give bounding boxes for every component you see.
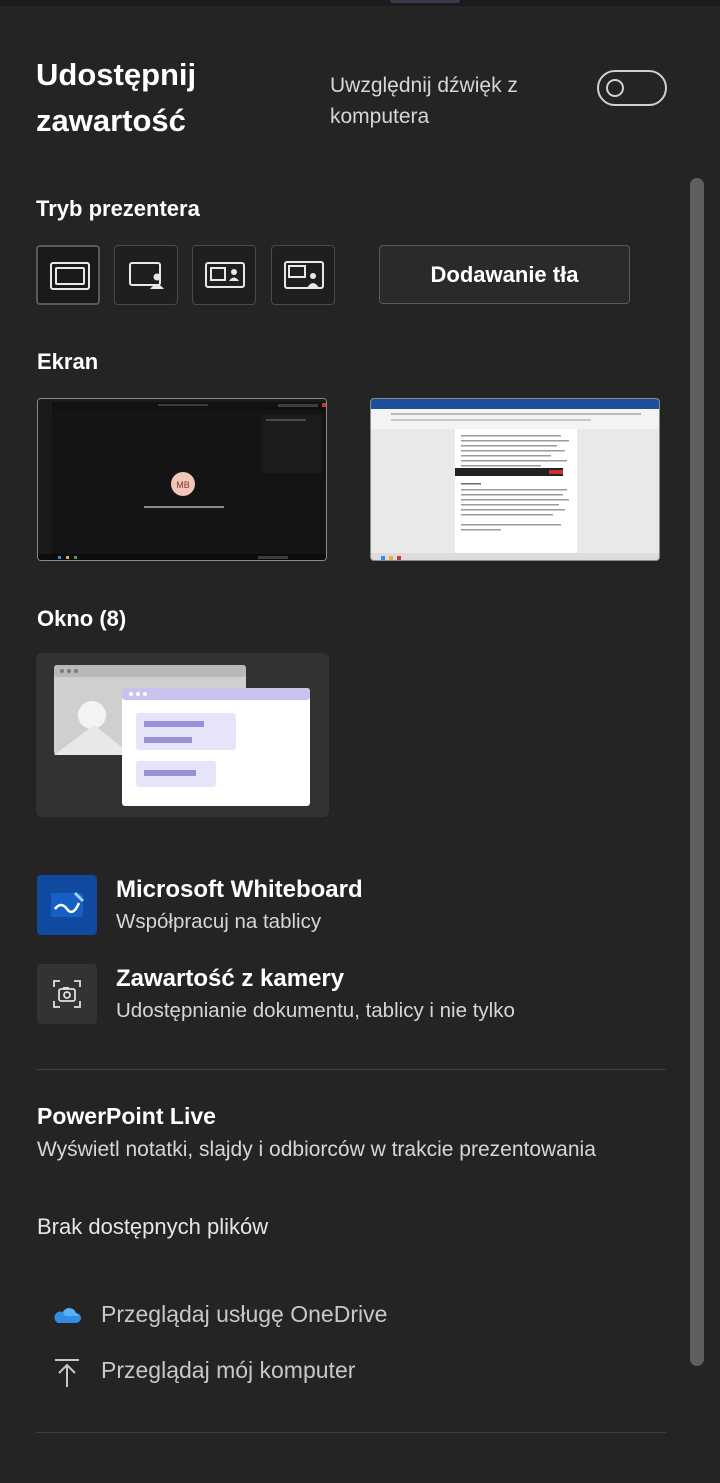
reporter-icon: [284, 261, 324, 289]
mode-reporter-button[interactable]: [271, 245, 335, 305]
window-picker-tile[interactable]: [36, 653, 329, 817]
powerpoint-live-title: PowerPoint Live: [37, 1103, 216, 1129]
mode-side-by-side-button[interactable]: [192, 245, 256, 305]
panel-title: Udostępnij zawartość: [36, 57, 197, 138]
top-strip: [0, 0, 720, 6]
whiteboard-title: Microsoft Whiteboard: [116, 876, 363, 903]
windows-illustration: [54, 665, 310, 806]
audio-toggle-switch[interactable]: [597, 70, 667, 106]
screen-thumbnail-1[interactable]: MB: [37, 398, 327, 561]
whiteboard-option[interactable]: Microsoft Whiteboard Współpracuj na tabl…: [36, 875, 676, 939]
section-divider: [36, 1069, 666, 1070]
presenter-mode-label: Tryb prezentera: [36, 196, 200, 221]
no-files-label: Brak dostępnych plików: [37, 1214, 269, 1239]
powerpoint-live-subtitle: Wyświetl notatki, slajdy i odbiorców w t…: [37, 1138, 596, 1161]
upload-arrow-icon: [55, 1359, 79, 1387]
share-content-panel: Udostępnij zawartość Uwzględnij dźwięk z…: [0, 0, 720, 1483]
toggle-knob: [606, 79, 624, 97]
whiteboard-icon: [37, 875, 97, 935]
camera-content-title: Zawartość z kamery: [116, 965, 345, 992]
content-only-icon: [50, 262, 90, 290]
vertical-scrollbar[interactable]: [690, 178, 704, 1366]
side-by-side-icon: [205, 262, 245, 288]
browse-onedrive-link[interactable]: Przeglądaj usługę OneDrive: [52, 1299, 472, 1335]
screen-2-preview: [371, 399, 659, 560]
onedrive-cloud-icon: [54, 1308, 81, 1323]
camera-content-option[interactable]: Zawartość z kamery Udostępnianie dokumen…: [36, 964, 676, 1028]
whiteboard-subtitle: Współpracuj na tablicy: [116, 910, 322, 933]
bottom-divider: [36, 1432, 666, 1433]
standout-icon: [129, 262, 164, 289]
browse-computer-label: Przeglądaj mój komputer: [101, 1357, 356, 1383]
camera-icon: [37, 964, 97, 1024]
window-section-label: Okno (8): [37, 606, 127, 631]
mode-standout-button[interactable]: [114, 245, 178, 305]
add-background-button[interactable]: Dodawanie tła: [379, 245, 630, 304]
screen-thumbnail-2[interactable]: [370, 398, 660, 561]
screen-section-label: Ekran: [37, 349, 99, 374]
camera-content-subtitle: Udostępnianie dokumentu, tablicy i nie t…: [116, 999, 515, 1022]
browse-onedrive-label: Przeglądaj usługę OneDrive: [101, 1301, 388, 1327]
audio-toggle-label: Uwzględnij dźwięk z komputera: [330, 74, 518, 128]
mode-content-only-button[interactable]: [36, 245, 100, 305]
top-notch: [390, 0, 460, 3]
avatar-initials: MB: [176, 480, 190, 490]
screen-1-preview: MB: [38, 399, 326, 560]
browse-computer-link[interactable]: Przeglądaj mój komputer: [52, 1355, 472, 1391]
